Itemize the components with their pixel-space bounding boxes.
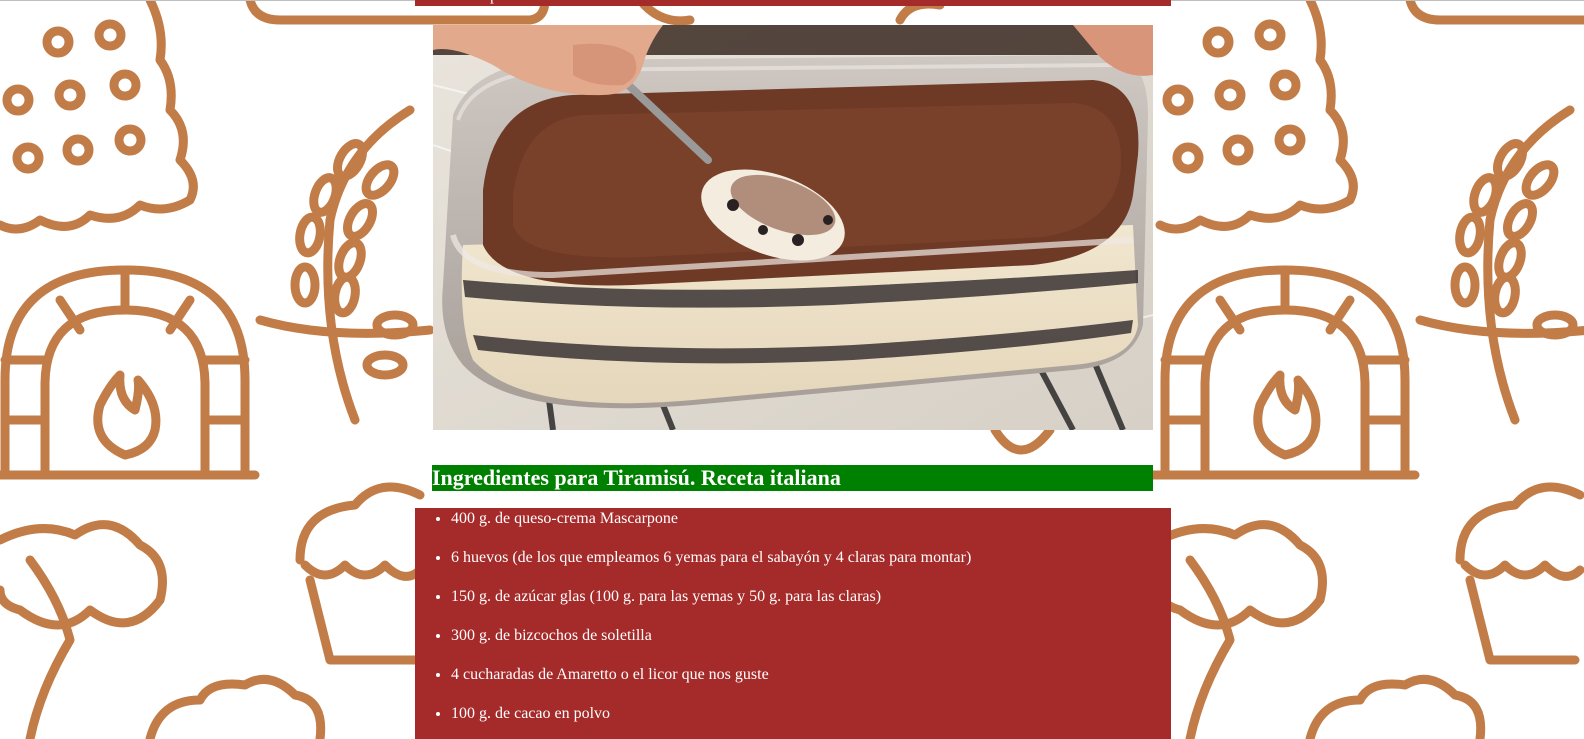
ingredient-item: 300 g. de bizcochos de soletilla xyxy=(451,626,1171,645)
ingredients-panel: 400 g. de queso-crema Mascarpone 6 huevo… xyxy=(415,508,1171,739)
ingredient-item: 4 cucharadas de Amaretto o el licor que … xyxy=(451,665,1171,684)
ingredient-item: 400 g. de queso-crema Mascarpone xyxy=(451,509,1171,528)
previous-section-text-fragment: p xyxy=(490,0,498,4)
ingredients-heading: Ingredientes para Tiramisú. Receta itali… xyxy=(432,465,1153,491)
tiramisu-photo xyxy=(433,25,1153,430)
page: p xyxy=(0,0,1584,739)
ingredients-list: 400 g. de queso-crema Mascarpone 6 huevo… xyxy=(415,509,1171,723)
ingredient-item: 6 huevos (de los que empleamos 6 yemas p… xyxy=(451,548,1171,567)
ingredient-item: 150 g. de azúcar glas (100 g. para las y… xyxy=(451,587,1171,606)
ingredient-item: 100 g. de cacao en polvo xyxy=(451,704,1171,723)
previous-section-strip xyxy=(415,0,1171,6)
